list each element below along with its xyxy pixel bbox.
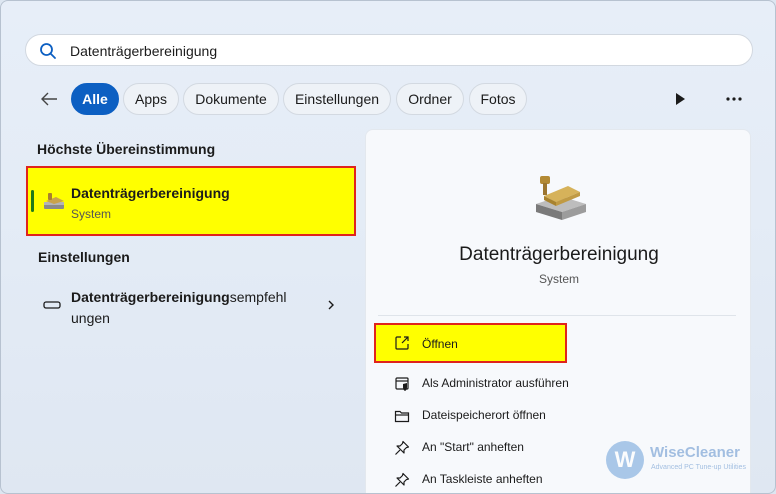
best-match-subtitle: System [71,207,112,221]
pin-icon [395,440,410,455]
shield-admin-icon [395,377,409,391]
setting-item-label-line2: ungen [71,310,110,326]
search-box[interactable] [25,34,753,66]
pin-to-start-action[interactable]: An "Start" anheften [374,432,564,464]
filter-chip-einstellungen[interactable]: Einstellungen [283,83,391,115]
settings-heading: Einstellungen [38,249,130,265]
best-match-result[interactable]: Datenträgerbereinigung System [26,166,356,236]
watermark-logo: W [606,441,644,479]
pin-icon [395,472,410,487]
setting-item-rest: sempfehl [229,289,287,305]
open-external-icon [395,336,409,350]
selection-indicator [31,190,34,212]
watermark-tagline: Advanced PC Tune-up Utilities [651,464,746,471]
search-window: Alle Apps Dokumente Einstellungen Ordner… [0,0,776,494]
open-action[interactable]: Öffnen [374,323,567,363]
filter-chip-alle[interactable]: Alle [71,83,119,115]
detail-title: Datenträgerbereinigung [459,244,659,265]
watermark-name: WiseCleaner [650,444,740,461]
pin-to-taskbar-label: An Taskleiste anheften [422,472,543,486]
chevron-right-icon [328,300,334,310]
back-arrow-icon[interactable] [37,87,61,111]
wisecleaner-watermark: W WiseCleaner Advanced PC Tune-up Utilit… [606,441,766,479]
pin-to-taskbar-action[interactable]: An Taskleiste anheften [374,464,564,493]
run-as-admin-action[interactable]: Als Administrator ausführen [374,368,569,400]
divider [378,315,736,316]
best-match-title: Datenträgerbereinigung [71,185,230,201]
play-icon[interactable] [671,89,689,109]
drive-icon [43,301,61,309]
search-icon [40,43,56,59]
filter-chip-apps[interactable]: Apps [123,83,179,115]
open-file-location-label: Dateispeicherort öffnen [422,408,546,422]
disk-cleanup-large-icon [536,176,586,220]
best-match-heading: Höchste Übereinstimmung [37,141,216,157]
setting-result-item[interactable]: Datenträgerbereinigungsempfehl ungen [27,279,349,333]
search-input[interactable] [70,40,730,62]
setting-item-bold: Datenträgerbereinigung [71,289,230,305]
filter-chip-fotos[interactable]: Fotos [469,83,527,115]
filter-chip-ordner[interactable]: Ordner [396,83,464,115]
open-action-label: Öffnen [422,337,458,351]
more-options-icon[interactable] [722,89,746,109]
filter-chip-dokumente[interactable]: Dokumente [183,83,279,115]
setting-item-label-line1: Datenträgerbereinigungsempfehl [71,289,287,305]
folder-icon [394,410,410,423]
disk-cleanup-icon [44,193,64,209]
detail-subtitle: System [538,272,579,286]
detail-panel: Datenträgerbereinigung System Öffnen Als… [365,129,751,493]
open-file-location-action[interactable]: Dateispeicherort öffnen [374,400,564,432]
run-as-admin-label: Als Administrator ausführen [422,376,569,390]
pin-to-start-label: An "Start" anheften [422,440,524,454]
